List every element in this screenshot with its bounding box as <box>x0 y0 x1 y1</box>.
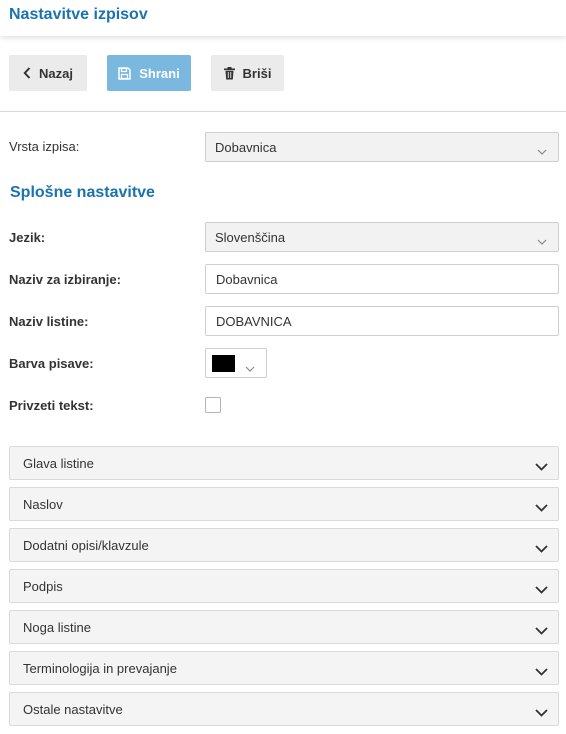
panel-title: Podpis <box>23 579 63 594</box>
font-color-label: Barva pisave: <box>9 356 94 371</box>
back-button-label: Nazaj <box>39 65 73 81</box>
font-color-picker[interactable] <box>205 348 267 378</box>
panel-other-settings[interactable]: Ostale nastavitve <box>9 692 559 726</box>
panel-title: Dodatni opisi/klavzule <box>23 538 149 553</box>
save-button[interactable]: Shrani <box>107 55 191 91</box>
floppy-disk-icon <box>118 66 132 80</box>
document-name-label: Naziv listine: <box>9 314 89 329</box>
chevron-down-icon <box>535 622 548 640</box>
selection-name-value: Dobavnica <box>216 271 278 287</box>
general-settings-title: Splošne nastavitve <box>10 184 155 201</box>
chevron-down-icon <box>537 143 547 158</box>
back-button[interactable]: Nazaj <box>9 55 87 91</box>
panel-title: Naslov <box>23 497 63 512</box>
color-swatch <box>212 355 235 372</box>
page-title: Nastavitve izpisov <box>9 6 148 23</box>
save-button-label: Shrani <box>139 65 180 81</box>
document-name-value: DOBAVNICA <box>216 313 292 329</box>
report-type-select[interactable]: Dobavnica <box>205 132 559 162</box>
panel-document-footer[interactable]: Noga listine <box>9 610 559 644</box>
toolbar-divider <box>0 111 566 112</box>
language-label: Jezik: <box>9 230 46 245</box>
panel-title: Glava listine <box>23 456 94 471</box>
panel-additional-descriptions[interactable]: Dodatni opisi/klavzule <box>9 528 559 562</box>
page-header: Nastavitve izpisov <box>0 0 566 36</box>
trash-icon <box>223 66 235 80</box>
chevron-down-icon <box>537 233 547 248</box>
selection-name-label: Naziv za izbiranje: <box>9 272 121 287</box>
default-text-label: Privzeti tekst: <box>9 398 94 413</box>
chevron-down-icon <box>535 663 548 681</box>
chevron-down-icon <box>535 704 548 722</box>
document-name-input[interactable]: DOBAVNICA <box>205 306 559 336</box>
panel-terminology-translation[interactable]: Terminologija in prevajanje <box>9 651 559 685</box>
language-value: Slovenščina <box>215 229 286 245</box>
report-type-value: Dobavnica <box>215 139 277 155</box>
delete-button[interactable]: Briši <box>211 55 284 91</box>
panel-title: Ostale nastavitve <box>23 702 123 717</box>
panel-signature[interactable]: Podpis <box>9 569 559 603</box>
selection-name-input[interactable]: Dobavnica <box>205 264 559 294</box>
chevron-down-icon <box>245 359 255 377</box>
chevron-down-icon <box>535 499 548 517</box>
panel-title: Noga listine <box>23 620 91 635</box>
chevron-down-icon <box>535 458 548 476</box>
language-select[interactable]: Slovenščina <box>205 222 559 252</box>
report-type-label: Vrsta izpisa: <box>9 139 80 154</box>
chevron-down-icon <box>535 540 548 558</box>
chevron-left-icon <box>23 67 31 79</box>
panel-title-section[interactable]: Naslov <box>9 487 559 521</box>
chevron-down-icon <box>535 581 548 599</box>
panel-title: Terminologija in prevajanje <box>23 661 177 676</box>
panel-document-header[interactable]: Glava listine <box>9 446 559 480</box>
delete-button-label: Briši <box>242 65 272 81</box>
default-text-checkbox[interactable] <box>205 397 221 413</box>
